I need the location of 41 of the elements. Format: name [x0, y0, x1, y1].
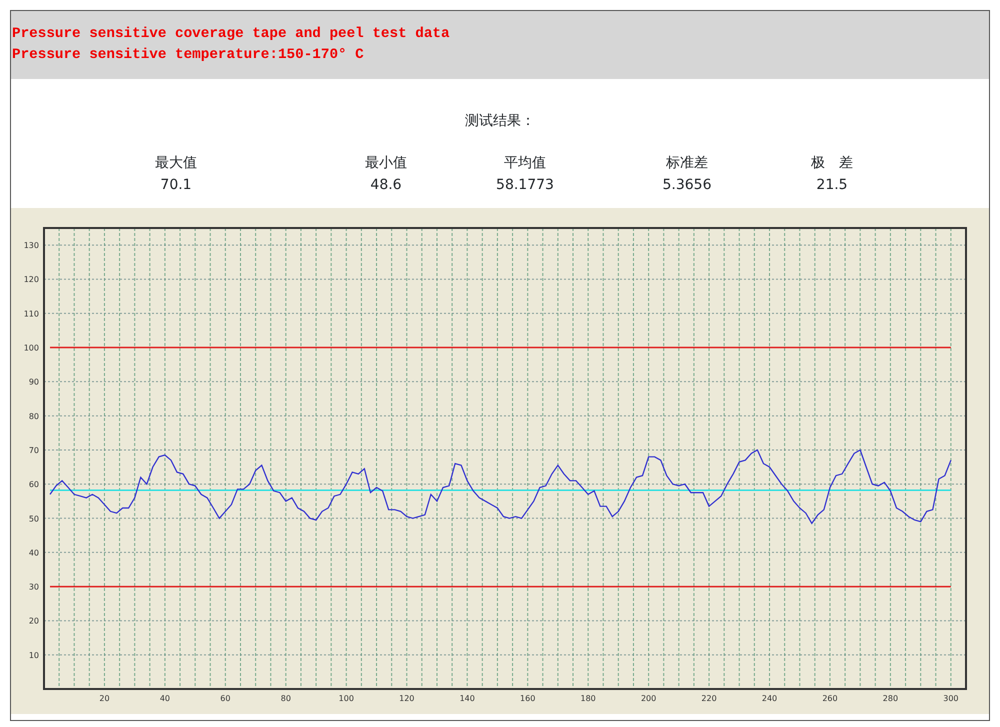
axis-label: 100	[338, 694, 354, 703]
axis-label: 10	[28, 650, 39, 660]
axis-label: 40	[28, 548, 39, 558]
axis-label: 240	[762, 694, 778, 703]
stat-label: 最大值	[154, 154, 198, 173]
stat-label: 平均值	[503, 154, 547, 173]
axis-label: 50	[28, 514, 39, 524]
stat-value: 48.6	[369, 176, 403, 195]
axis-label: 160	[520, 694, 536, 703]
axis-label: 20	[28, 616, 39, 626]
axis-label: 120	[399, 694, 414, 703]
axis-label: 110	[24, 309, 39, 318]
axis-label: 70	[28, 446, 39, 455]
stat-label: 最小值	[364, 154, 408, 173]
axis-label: 80	[280, 694, 291, 703]
axis-label: 100	[24, 344, 39, 353]
stat-label: 极 差	[810, 154, 854, 173]
results-title: 测试结果：	[464, 112, 536, 131]
axis-label: 200	[640, 694, 656, 703]
axis-label: 140	[460, 694, 475, 703]
stat-value: 70.1	[159, 176, 193, 195]
stat-value: 58.1773	[495, 176, 555, 195]
axis-label: 180	[580, 694, 596, 703]
axis-label: 20	[99, 694, 110, 703]
axis-label: 60	[220, 694, 230, 703]
axis-label: 300	[943, 694, 959, 703]
axis-label: 120	[24, 275, 39, 284]
axis-label: 130	[24, 241, 39, 250]
axis-label: 30	[28, 582, 39, 592]
stat-value: 21.5	[815, 176, 849, 195]
header-text: Pressure sensitive coverage tape and peel test data	[12, 25, 451, 44]
axis-label: 90	[28, 378, 39, 387]
axis-label: 220	[701, 694, 717, 703]
header-text: Pressure sensitive temperature:150-170° C	[12, 46, 365, 65]
axis-label: 60	[28, 480, 39, 490]
axis-label: 80	[28, 412, 39, 421]
stat-value: 5.3656	[662, 176, 712, 195]
axis-label: 280	[882, 694, 898, 703]
axis-label: 40	[160, 694, 170, 703]
stat-label: 标准差	[665, 154, 709, 173]
axis-label: 260	[822, 694, 838, 703]
